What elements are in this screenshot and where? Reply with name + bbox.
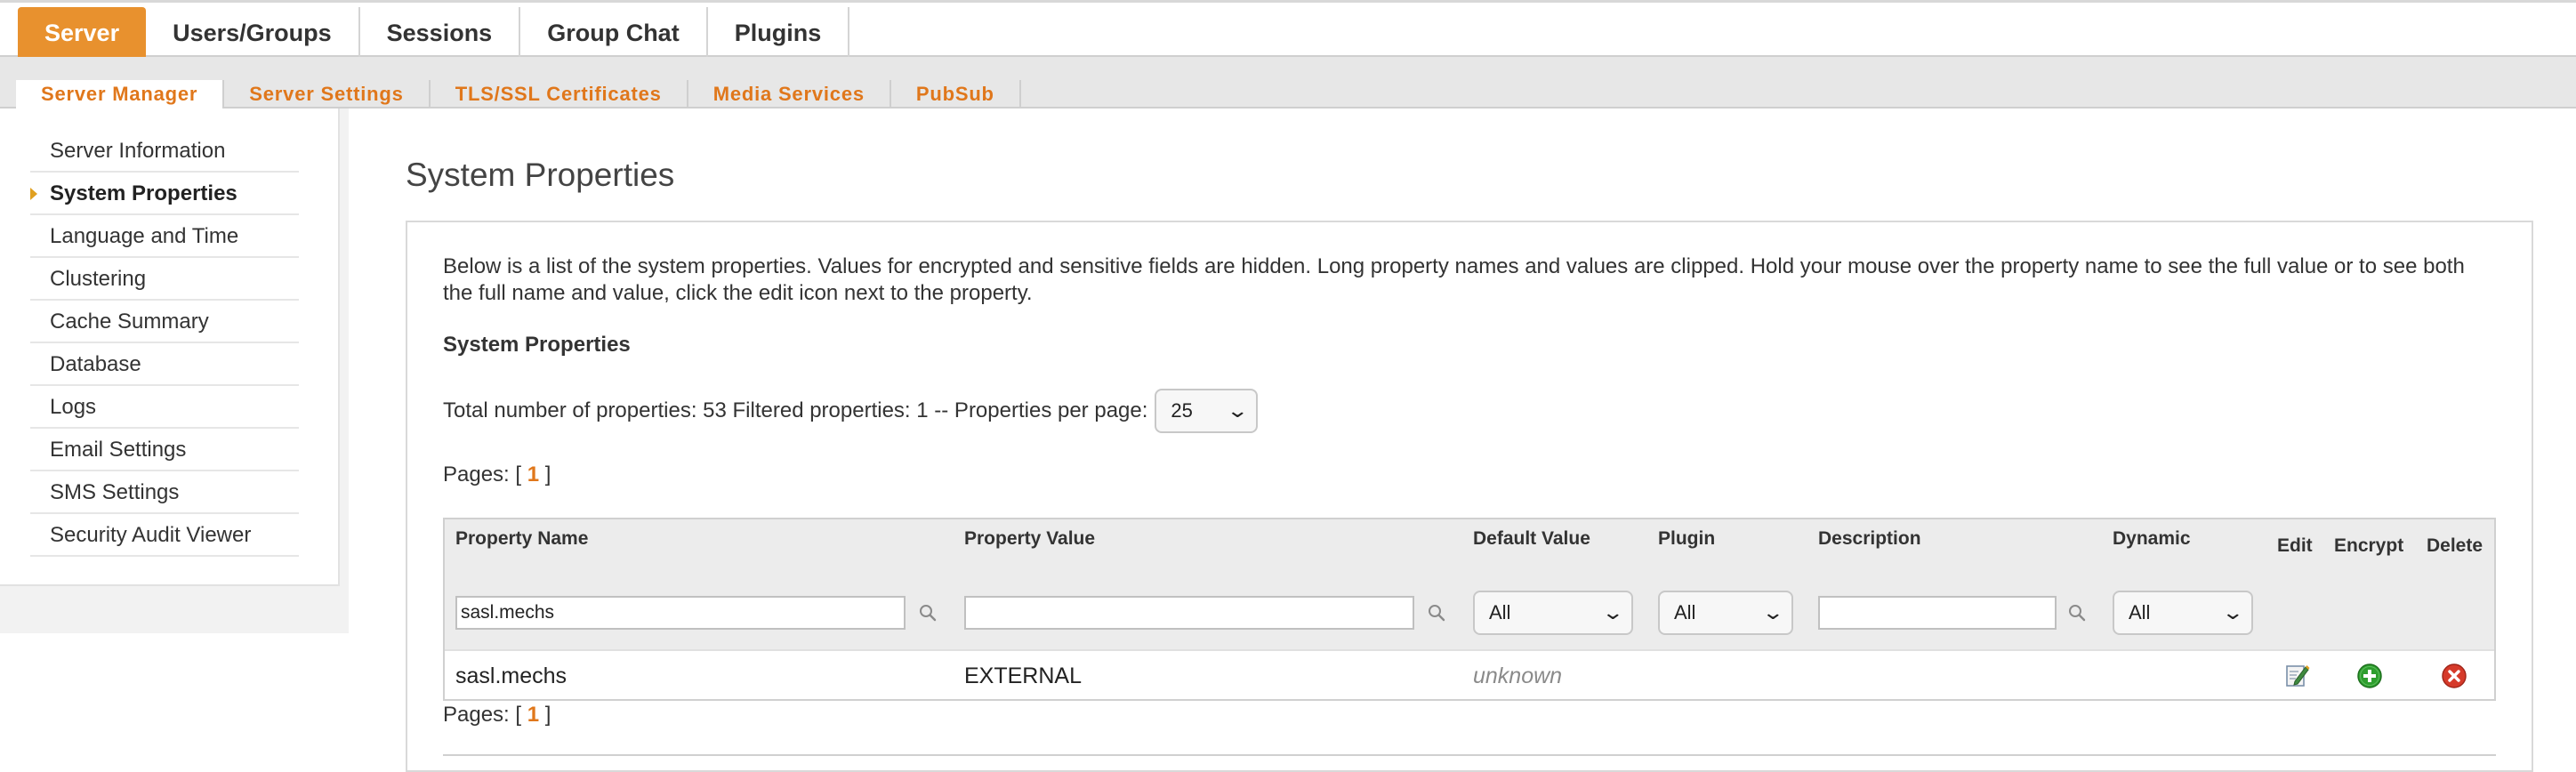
subtab-server-manager[interactable]: Server Manager	[16, 80, 225, 109]
tab-plugins[interactable]: Plugins	[708, 7, 850, 57]
sidebar-item-label: Language and Time	[50, 224, 239, 248]
sidebar-item-label: Database	[50, 352, 141, 376]
sub-navigation-bar: Server Manager Server Settings TLS/SSL C…	[0, 57, 2576, 109]
sidebar-item-label: SMS Settings	[50, 480, 180, 504]
sidebar-item-email-settings[interactable]: Email Settings	[30, 429, 299, 471]
page-link-1[interactable]: 1	[527, 462, 539, 487]
current-item-arrow-icon	[30, 188, 37, 200]
header-property-name[interactable]: Property Name	[455, 528, 588, 550]
search-icon[interactable]	[918, 603, 938, 623]
header-dynamic[interactable]: Dynamic	[2113, 528, 2191, 550]
table-row: sasl.mechs EXTERNAL unknown	[445, 651, 2494, 701]
property-value-filter-input[interactable]	[964, 596, 1414, 630]
sidebar-item-system-properties[interactable]: System Properties	[30, 173, 299, 215]
pages-prefix: Pages: [	[443, 462, 522, 487]
pages-prefix: Pages: [	[443, 703, 522, 727]
sidebar-item-clustering[interactable]: Clustering	[30, 258, 299, 301]
sidebar-item-label: Clustering	[50, 267, 147, 291]
cell-property-name[interactable]: sasl.mechs	[455, 651, 567, 701]
sidebar-item-label: Logs	[50, 395, 97, 419]
subtab-tls-ssl-certificates[interactable]: TLS/SSL Certificates	[431, 80, 688, 109]
filter-row: All ⌄ All ⌄ All ⌄	[445, 578, 2494, 651]
chevron-down-icon: ⌄	[2220, 601, 2244, 623]
sidebar-item-security-audit-viewer[interactable]: Security Audit Viewer	[30, 514, 299, 557]
subtab-pubsub[interactable]: PubSub	[891, 80, 1021, 109]
property-name-filter-input[interactable]	[455, 596, 906, 630]
pages-suffix: ]	[544, 462, 551, 487]
header-edit: Edit	[2277, 535, 2313, 556]
sidebar: Server Information System Properties Lan…	[0, 109, 340, 586]
pagination-bottom: Pages: [ 1 ]	[443, 703, 551, 728]
cell-default-value: unknown	[1473, 663, 1563, 688]
header-encrypt: Encrypt	[2334, 535, 2404, 556]
top-navigation-bar: Server Users/Groups Sessions Group Chat …	[0, 0, 2576, 57]
table-bottom-divider	[443, 754, 2496, 756]
sidebar-item-label: Email Settings	[50, 438, 187, 462]
properties-table: Property Name Property Value Default Val…	[443, 518, 2496, 701]
search-icon[interactable]	[2067, 603, 2087, 623]
encrypt-icon[interactable]	[2356, 663, 2383, 689]
default-value-filter-select[interactable]: All ⌄	[1473, 591, 1633, 635]
sidebar-item-logs[interactable]: Logs	[30, 386, 299, 429]
sidebar-item-label: Cache Summary	[50, 310, 209, 334]
header-plugin[interactable]: Plugin	[1658, 528, 1715, 550]
select-value: All	[1674, 601, 1696, 623]
top-nav-tabs: Server Users/Groups Sessions Group Chat …	[18, 7, 850, 57]
sidebar-item-label: Security Audit Viewer	[50, 523, 252, 547]
chevron-down-icon: ⌄	[1600, 601, 1624, 623]
sidebar-item-label: System Properties	[50, 181, 237, 205]
tab-group-chat[interactable]: Group Chat	[520, 7, 708, 57]
table-header: Property Name Property Value Default Val…	[445, 519, 2494, 580]
cell-property-value: EXTERNAL	[964, 663, 1082, 688]
per-page-select[interactable]: 25 ⌄	[1155, 389, 1259, 433]
select-value: All	[1489, 601, 1511, 623]
page-title: System Properties	[406, 157, 675, 193]
dynamic-filter-select[interactable]: All ⌄	[2113, 591, 2253, 635]
sidebar-menu: Server Information System Properties Lan…	[30, 130, 299, 557]
tab-server[interactable]: Server	[18, 7, 147, 57]
page-link-1[interactable]: 1	[527, 703, 539, 727]
sidebar-item-server-information[interactable]: Server Information	[30, 130, 299, 173]
plugin-filter-select[interactable]: All ⌄	[1658, 591, 1793, 635]
subtab-server-settings[interactable]: Server Settings	[224, 80, 431, 109]
description-filter-input[interactable]	[1818, 596, 2057, 630]
sidebar-background: Server Information System Properties Lan…	[0, 109, 349, 633]
totals-text: Total number of properties: 53 Filtered …	[443, 398, 1148, 422]
header-default-value[interactable]: Default Value	[1473, 528, 1590, 550]
sidebar-item-sms-settings[interactable]: SMS Settings	[30, 471, 299, 514]
header-description[interactable]: Description	[1818, 528, 1921, 550]
per-page-value: 25	[1171, 399, 1193, 422]
header-property-value[interactable]: Property Value	[964, 528, 1095, 550]
sidebar-item-label: Server Information	[50, 139, 226, 163]
edit-icon[interactable]	[2284, 662, 2311, 688]
sub-nav-tabs: Server Manager Server Settings TLS/SSL C…	[16, 80, 1021, 109]
sidebar-item-cache-summary[interactable]: Cache Summary	[30, 301, 299, 343]
chevron-down-icon: ⌄	[1226, 399, 1250, 422]
tab-users-groups[interactable]: Users/Groups	[146, 7, 360, 57]
subtab-media-services[interactable]: Media Services	[688, 80, 891, 109]
search-icon[interactable]	[1427, 603, 1446, 623]
page-description: Below is a list of the system properties…	[443, 254, 2465, 305]
pages-suffix: ]	[544, 703, 551, 727]
properties-summary: Total number of properties: 53 Filtered …	[443, 389, 1259, 433]
select-value: All	[2129, 601, 2151, 623]
sidebar-item-language-and-time[interactable]: Language and Time	[30, 215, 299, 258]
chevron-down-icon: ⌄	[1760, 601, 1784, 623]
sidebar-item-database[interactable]: Database	[30, 343, 299, 386]
header-delete: Delete	[2427, 535, 2483, 556]
delete-icon[interactable]	[2441, 663, 2467, 689]
tab-sessions[interactable]: Sessions	[360, 7, 521, 57]
section-title: System Properties	[443, 333, 631, 357]
pagination-top: Pages: [ 1 ]	[443, 462, 551, 487]
